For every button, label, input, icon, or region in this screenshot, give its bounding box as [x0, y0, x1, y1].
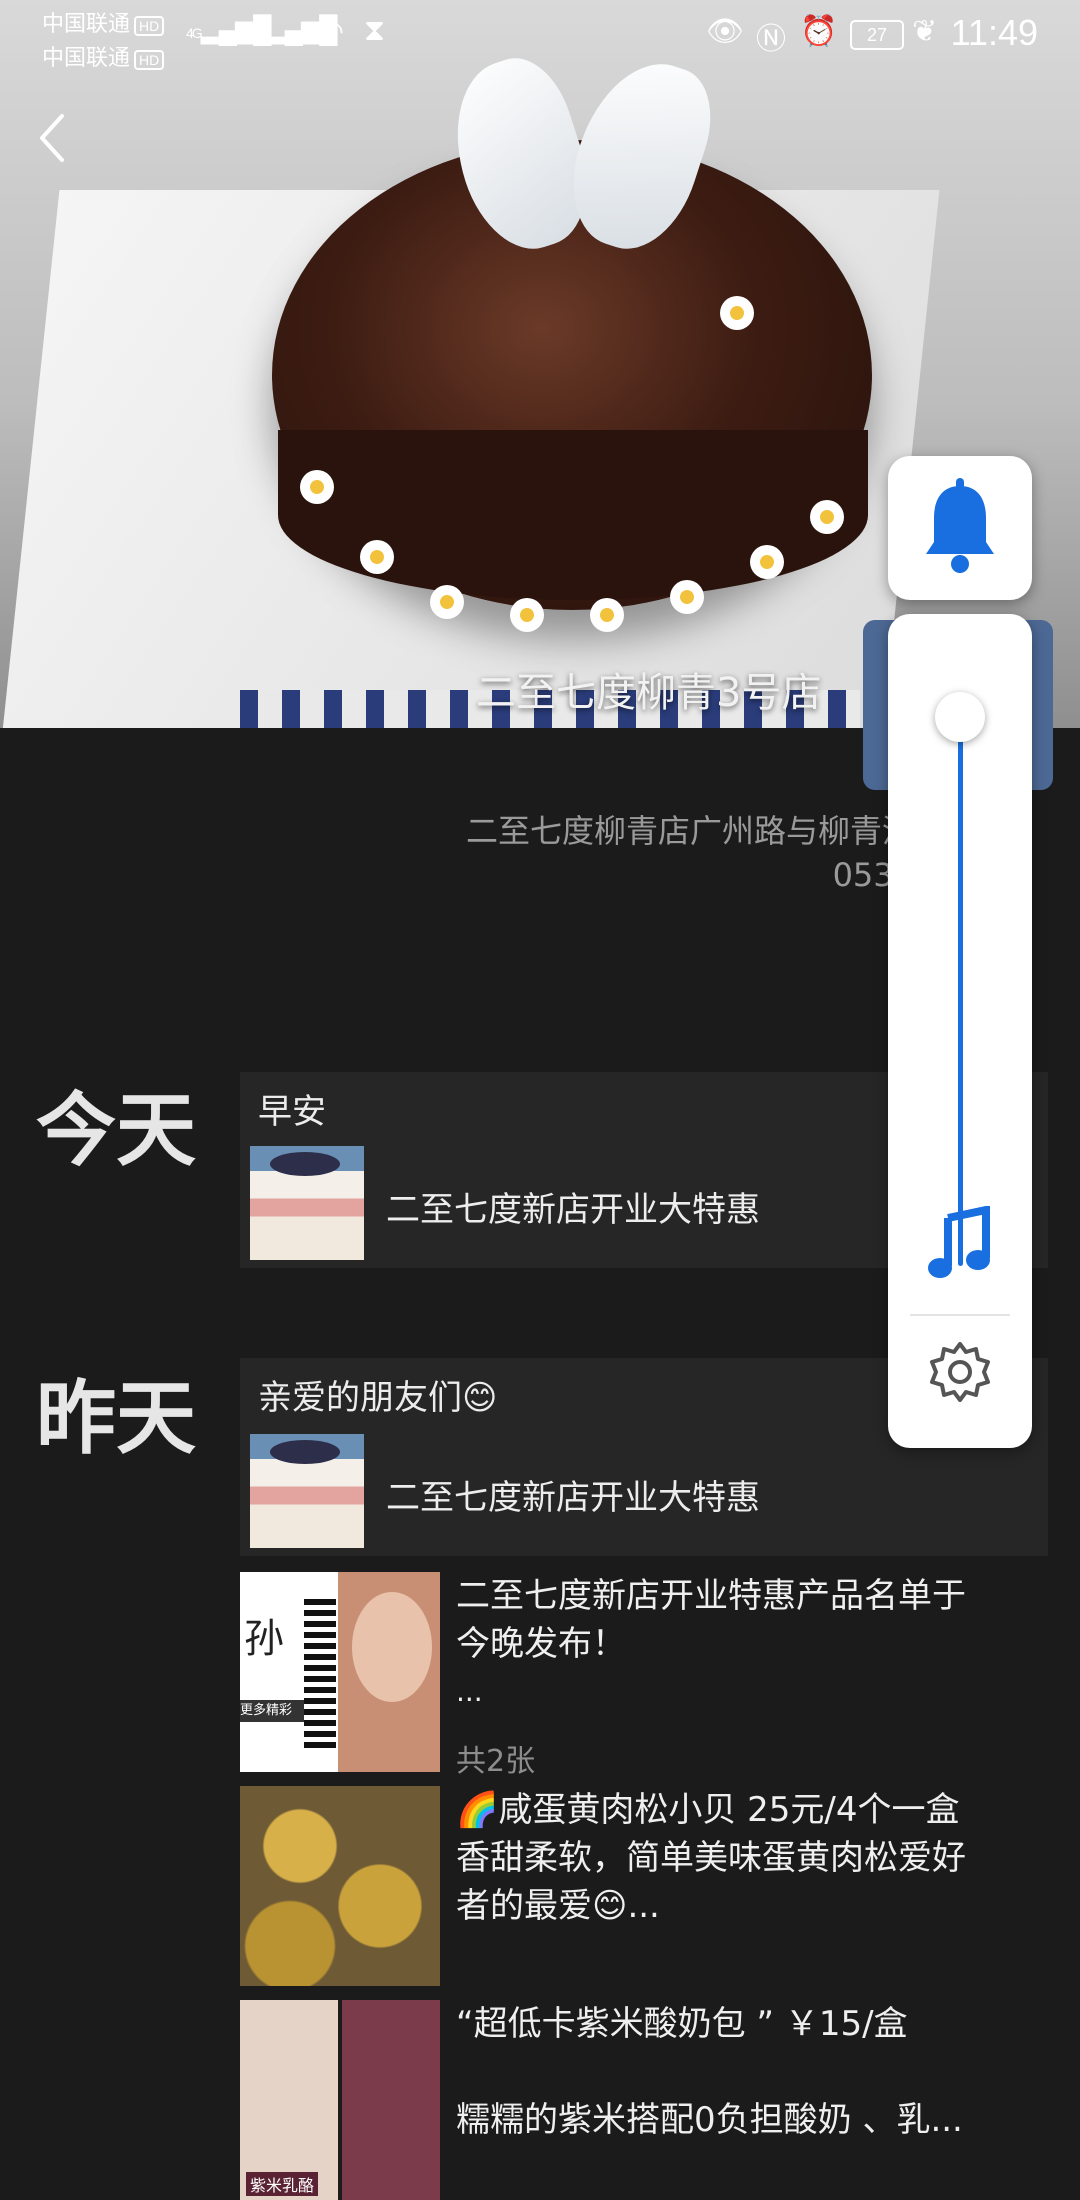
battery-level: 27	[866, 25, 888, 45]
day-label-today: 今天	[36, 1084, 196, 1177]
media-volume-button[interactable]	[922, 1205, 998, 1282]
daisy-decoration	[670, 580, 704, 614]
sound-settings-button[interactable]	[928, 1340, 992, 1404]
store-address: 二至七度柳青店广州路与柳青河	[465, 812, 914, 850]
volume-fill	[958, 717, 963, 1266]
panel-divider	[910, 1314, 1010, 1316]
post-item[interactable]: 🌈咸蛋黄肉松小贝 25元/4个一盒 香甜柔软，简单美味蛋黄肉松爱好 者的最爱😊.…	[240, 1786, 1060, 1986]
daisy-decoration	[750, 545, 784, 579]
post-line: 🌈咸蛋黄肉松小贝 25元/4个一盒	[456, 1790, 960, 1830]
card-title: 早安	[258, 1092, 326, 1132]
post-image: 孙 更多精彩	[240, 1572, 440, 1772]
wifi-icon: ◠	[318, 15, 345, 48]
post-line: 二至七度新店开业特惠产品名单于	[456, 1576, 966, 1616]
post-line: 糯糯的紫米搭配0负担酸奶 、乳...	[456, 2100, 963, 2140]
post-line: “超低卡紫米酸奶包 ” ￥15/盒	[456, 2004, 908, 2044]
leaf-icon: ❦	[912, 15, 938, 48]
post-line	[456, 2048, 1056, 2096]
status-bar: 中国联通 HD 中国联通 HD 4G▂▄▆█ 4G▂▄▆█ ◠ ⧗ 👁 Ⓝ ⏰ 27…	[0, 0, 1080, 70]
volume-slider-handle[interactable]	[935, 692, 985, 742]
gear-icon	[930, 1342, 990, 1402]
alarm-icon: ⏰	[800, 15, 838, 48]
music-note-icon	[928, 1205, 990, 1278]
daisy-decoration	[510, 598, 544, 632]
day-label-yesterday: 昨天	[36, 1372, 196, 1465]
post-text: 二至七度新店开业特惠产品名单于 今晚发布！ ...	[456, 1572, 1056, 1716]
card-text: 二至七度新店开业大特惠	[386, 1478, 760, 1518]
hourglass-icon: ⧗	[364, 14, 386, 47]
hd-badge: HD	[134, 16, 165, 36]
battery-icon: 27	[850, 20, 904, 50]
post-image-count: 共2张	[456, 1744, 536, 1779]
post-text: 🌈咸蛋黄肉松小贝 25元/4个一盒 香甜柔软，简单美味蛋黄肉松爱好 者的最爱😊.…	[456, 1786, 1056, 1930]
daisy-decoration	[590, 598, 624, 632]
carrier-label: 中国联通	[42, 45, 131, 70]
post-image-caption: 更多精彩	[240, 1700, 306, 1722]
post-item[interactable]: 孙 更多精彩 二至七度新店开业特惠产品名单于 今晚发布！ ... 共2张	[240, 1572, 1060, 1779]
daisy-decoration	[360, 540, 394, 574]
hd-badge: HD	[134, 50, 165, 70]
card-thumbnail	[250, 1434, 364, 1548]
carrier-label: 中国联通	[42, 11, 131, 36]
daisy-decoration	[300, 470, 334, 504]
post-line: 今晚发布！	[456, 1624, 626, 1664]
volume-panel	[888, 614, 1032, 1448]
post-image-text: 孙	[244, 1616, 284, 1662]
qr-code-icon	[304, 1594, 336, 1748]
carrier-1: 中国联通 HD	[42, 6, 165, 38]
post-line: 者的最爱😊...	[456, 1886, 660, 1926]
card-thumbnail	[250, 1146, 364, 1260]
person-photo	[352, 1592, 432, 1702]
back-button[interactable]	[30, 108, 80, 168]
daisy-decoration	[430, 585, 464, 619]
post-image-text: 紫米乳酪	[246, 2172, 319, 2196]
post-image: 紫米乳酪	[240, 2000, 440, 2200]
card-text: 二至七度新店开业大特惠	[386, 1190, 760, 1230]
post-text: “超低卡紫米酸奶包 ” ￥15/盒 糯糯的紫米搭配0负担酸奶 、乳...	[456, 2000, 1056, 2144]
cake-rim	[278, 430, 868, 600]
post-image	[240, 1786, 440, 1986]
bell-icon	[926, 478, 994, 573]
clock: 11:49	[950, 12, 1038, 53]
daisy-decoration	[720, 296, 754, 330]
carrier-2: 中国联通 HD	[42, 40, 165, 72]
card-title: 亲爱的朋友们😊	[258, 1378, 498, 1418]
post-item[interactable]: 紫米乳酪 “超低卡紫米酸奶包 ” ￥15/盒 糯糯的紫米搭配0负担酸奶 、乳..…	[240, 2000, 1060, 2200]
eye-icon: 👁	[706, 15, 745, 48]
post-line: 香甜柔软，简单美味蛋黄肉松爱好	[456, 1838, 966, 1878]
post-line: ...	[456, 1675, 483, 1708]
store-title: 二至七度柳青3号店	[476, 670, 822, 716]
nfc-icon: Ⓝ	[756, 23, 786, 56]
daisy-decoration	[810, 500, 844, 534]
chevron-left-icon	[40, 114, 64, 162]
ringer-mode-button[interactable]	[888, 456, 1032, 600]
